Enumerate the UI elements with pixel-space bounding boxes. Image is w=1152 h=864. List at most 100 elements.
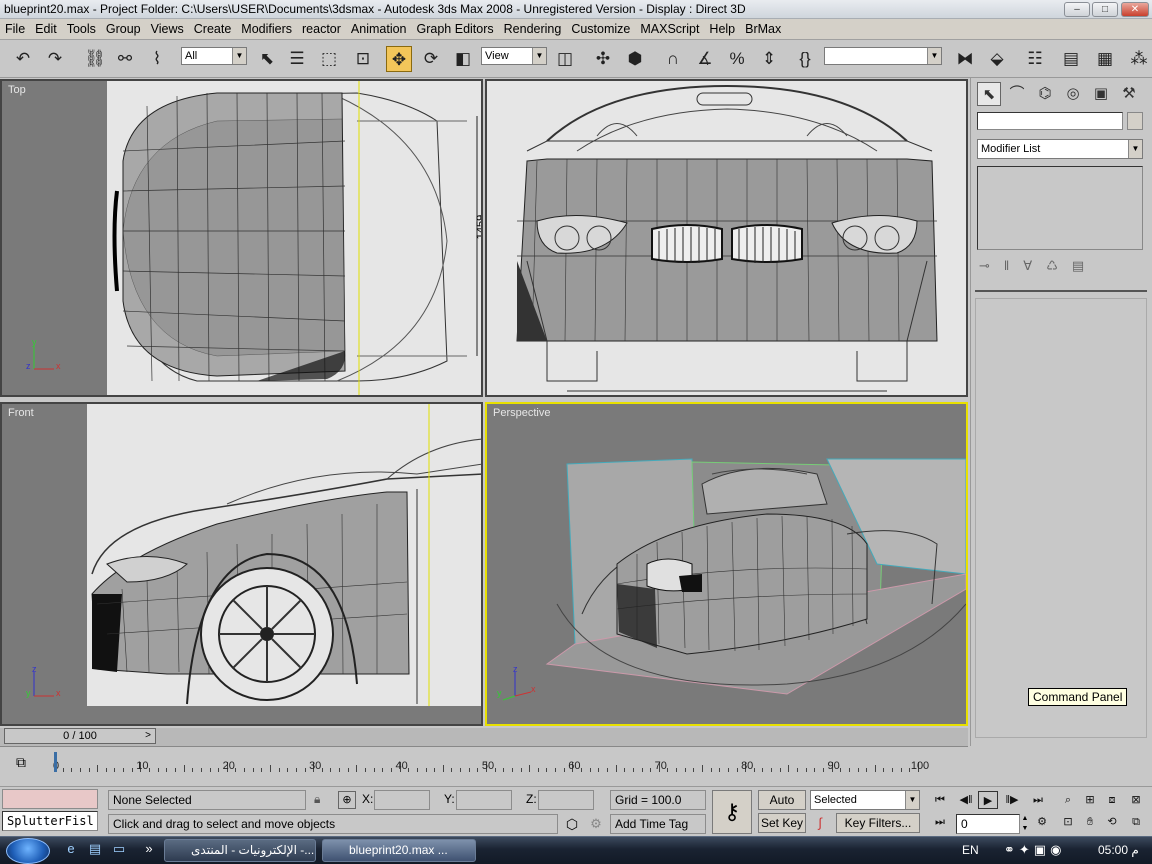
- select-rotate-icon[interactable]: ⟳: [418, 46, 444, 72]
- clock[interactable]: 05:00 م: [1098, 840, 1139, 860]
- maximize-viewport-icon[interactable]: ⧉: [1126, 813, 1146, 831]
- motion-tab-icon[interactable]: ◎: [1061, 82, 1085, 106]
- go-to-end-icon[interactable]: ⏭: [1028, 791, 1048, 809]
- percent-snap-icon[interactable]: %: [724, 46, 750, 72]
- menu-rendering[interactable]: Rendering: [499, 19, 567, 39]
- show-end-result-icon[interactable]: ‖: [1004, 258, 1023, 273]
- object-name-field[interactable]: [977, 112, 1123, 130]
- key-filters-button[interactable]: Key Filters...: [836, 813, 920, 833]
- menu-group[interactable]: Group: [101, 19, 146, 39]
- maximize-button[interactable]: □: [1092, 2, 1118, 17]
- bind-spacewarp-icon[interactable]: ⌇: [144, 46, 170, 72]
- taskbar-item-3dsmax[interactable]: blueprint20.max ...: [322, 839, 476, 862]
- viewport-perspective[interactable]: Perspective z y x: [485, 402, 968, 726]
- explorer-icon[interactable]: ▤: [86, 840, 104, 858]
- menu-maxscript[interactable]: MAXScript: [635, 19, 704, 39]
- reference-coord-dropdown[interactable]: View ▼: [481, 47, 547, 65]
- x-coord-field[interactable]: [374, 790, 430, 810]
- field-of-view-icon[interactable]: ⊡: [1058, 813, 1078, 831]
- menu-customize[interactable]: Customize: [566, 19, 635, 39]
- menu-graph-editors[interactable]: Graph Editors: [412, 19, 499, 39]
- modify-tab-icon[interactable]: ⌒: [1005, 82, 1029, 106]
- select-by-name-icon[interactable]: ☰: [284, 46, 310, 72]
- language-indicator[interactable]: EN: [962, 840, 979, 860]
- menu-edit[interactable]: Edit: [30, 19, 62, 39]
- lock-selection-icon[interactable]: 🔒︎: [314, 790, 320, 808]
- configure-sets-icon[interactable]: ▤: [1072, 258, 1098, 273]
- time-tag-icon[interactable]: ⚙: [586, 814, 606, 834]
- timeline-ruler[interactable]: 0102030405060708090100: [50, 752, 930, 772]
- pin-stack-icon[interactable]: ⊸: [979, 258, 1004, 273]
- next-frame-icon[interactable]: ‖▶: [1002, 791, 1022, 809]
- snap-icon[interactable]: ∩: [660, 46, 686, 72]
- spinner-snap-icon[interactable]: ⇕: [756, 46, 782, 72]
- pivot-icon[interactable]: ◫: [552, 46, 578, 72]
- menu-tools[interactable]: Tools: [62, 19, 101, 39]
- isolate-selection-icon[interactable]: ⬡: [562, 814, 582, 834]
- y-coord-field[interactable]: [456, 790, 512, 810]
- maxscript-listener-mini[interactable]: [2, 789, 98, 809]
- close-button[interactable]: ✕: [1121, 2, 1149, 17]
- utilities-tab-icon[interactable]: ⚒: [1117, 82, 1141, 106]
- add-time-tag-button[interactable]: Add Time Tag: [610, 814, 706, 834]
- menu-reactor[interactable]: reactor: [297, 19, 346, 39]
- key-mode-dropdown[interactable]: Selected ▼: [810, 790, 920, 810]
- menu-modifiers[interactable]: Modifiers: [236, 19, 297, 39]
- viewport-left[interactable]: Left: [485, 79, 968, 397]
- quicklaunch-expand-icon[interactable]: »: [140, 840, 158, 858]
- frame-spinner-icon[interactable]: ▲ ▼: [1020, 814, 1030, 834]
- menu-file[interactable]: File: [0, 19, 30, 39]
- hierarchy-tab-icon[interactable]: ⌬: [1033, 82, 1057, 106]
- time-configuration-icon[interactable]: ⚙: [1032, 813, 1052, 831]
- select-move-icon[interactable]: ✥: [386, 46, 412, 72]
- menu-animation[interactable]: Animation: [346, 19, 412, 39]
- manipulate-icon[interactable]: ✣: [590, 46, 616, 72]
- unlink-icon[interactable]: ⚯: [112, 46, 138, 72]
- zoom-extents-icon[interactable]: ⧈: [1102, 791, 1122, 809]
- time-slider-thumb[interactable]: 0 / 100: [4, 728, 156, 744]
- go-to-start-icon[interactable]: ⏮: [930, 791, 950, 809]
- undo-icon[interactable]: ↶: [10, 46, 36, 72]
- viewport-front[interactable]: Front z y x: [0, 402, 483, 726]
- named-selection-dropdown[interactable]: ▼: [824, 47, 942, 65]
- taskbar-item-browser[interactable]: الإلكترونيات - المنتدى -...: [164, 839, 316, 862]
- redo-icon[interactable]: ↷: [42, 46, 68, 72]
- modifier-list-dropdown[interactable]: Modifier List ▼: [977, 139, 1143, 159]
- rollout-area[interactable]: [975, 298, 1147, 738]
- arc-rotate-icon[interactable]: ⟲: [1102, 813, 1122, 831]
- edit-named-selection-icon[interactable]: {}: [792, 46, 818, 72]
- auto-key-button[interactable]: Auto Key: [758, 790, 806, 825]
- select-link-icon[interactable]: ⛓: [82, 46, 108, 72]
- create-tab-icon[interactable]: ⬉: [977, 82, 1001, 106]
- select-scale-icon[interactable]: ◧: [450, 46, 476, 72]
- start-button[interactable]: [6, 838, 50, 864]
- menu-create[interactable]: Create: [189, 19, 237, 39]
- script-listener-field[interactable]: SplutterFisl: [2, 811, 98, 831]
- ie-icon[interactable]: e: [62, 840, 80, 858]
- keyboard-shortcut-icon[interactable]: ⬢: [622, 46, 648, 72]
- curve-editor-mini-icon[interactable]: ⧉: [10, 751, 32, 773]
- viewport-top[interactable]: Top 1459 y z x: [0, 79, 483, 397]
- make-unique-icon[interactable]: ∀: [1023, 258, 1046, 273]
- play-icon[interactable]: ▶: [978, 791, 998, 809]
- key-mode-toggle-icon[interactable]: ⏭: [930, 813, 950, 831]
- align-icon[interactable]: ⬙: [984, 46, 1010, 72]
- select-object-icon[interactable]: ⬉: [254, 46, 280, 72]
- minimize-button[interactable]: –: [1064, 2, 1090, 17]
- modifier-stack[interactable]: [977, 166, 1143, 250]
- schematic-icon[interactable]: ▦: [1092, 46, 1118, 72]
- default-tangents-icon[interactable]: ∫: [810, 813, 830, 833]
- rect-selection-icon[interactable]: ⬚: [316, 46, 342, 72]
- pan-view-icon[interactable]: ✋︎: [1080, 813, 1100, 831]
- absolute-mode-icon[interactable]: ⊕: [338, 791, 356, 809]
- z-coord-field[interactable]: [538, 790, 594, 810]
- tray-icons[interactable]: ⚭✦▣◉: [1004, 840, 1065, 860]
- window-crossing-icon[interactable]: ⊡: [350, 46, 376, 72]
- zoom-extents-all-icon[interactable]: ⊠: [1126, 791, 1146, 809]
- menu-help[interactable]: Help: [704, 19, 740, 39]
- timeline-current-frame-marker[interactable]: [54, 752, 57, 772]
- material-editor-icon[interactable]: ⁂: [1126, 46, 1152, 72]
- menu-brmax[interactable]: BrMax: [740, 19, 786, 39]
- mirror-icon[interactable]: ⧓: [952, 46, 978, 72]
- layer-icon[interactable]: ☷: [1022, 46, 1048, 72]
